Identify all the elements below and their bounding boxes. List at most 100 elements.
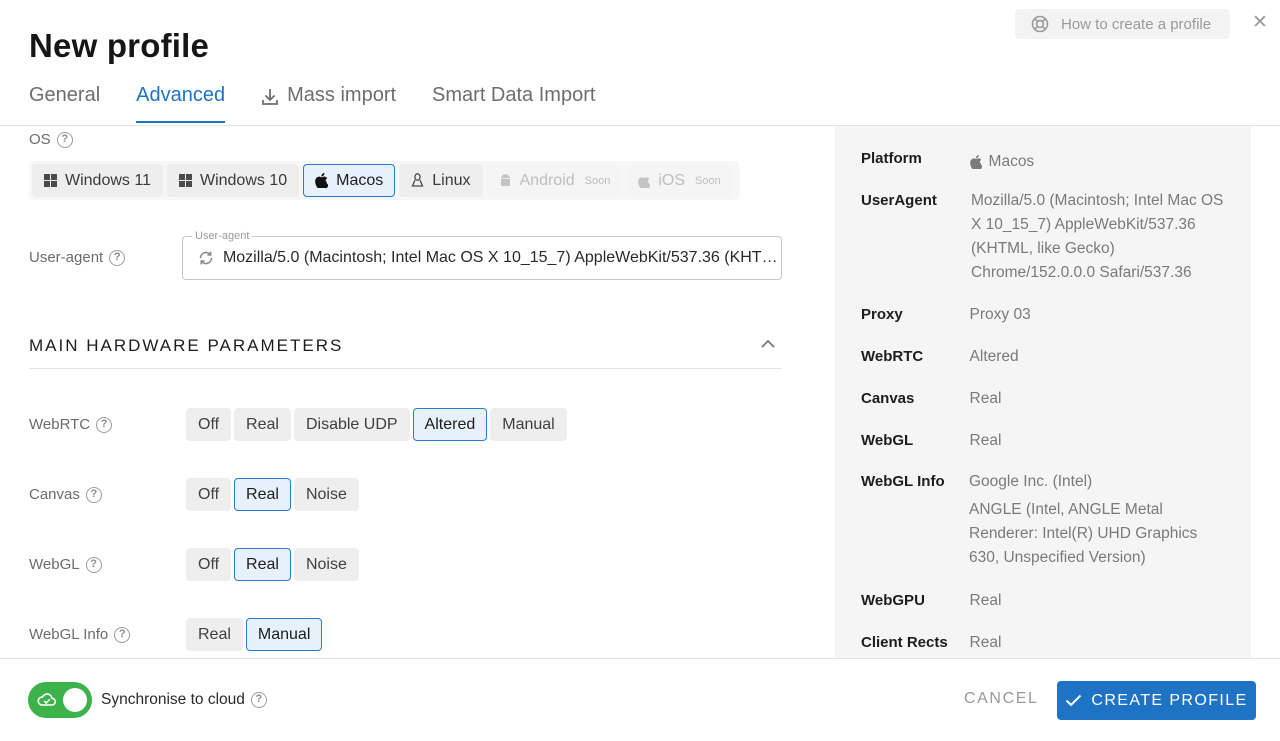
summary-key: Client Rects xyxy=(861,634,948,651)
summary-value: Mozilla/5.0 (Macintosh; Intel Mac OS X 1… xyxy=(971,192,1224,281)
help-icon[interactable]: ? xyxy=(114,626,131,643)
footer-divider xyxy=(0,658,1280,659)
toggle-knob xyxy=(63,688,87,712)
create-profile-button[interactable]: CREATE PROFILE xyxy=(1057,681,1256,720)
tab-label: General xyxy=(29,84,101,106)
webgl-option-off[interactable]: Off xyxy=(186,548,232,581)
summary-row-useragent: UserAgent Mozilla/5.0 (Macintosh; Intel … xyxy=(861,189,1231,285)
refresh-icon[interactable] xyxy=(197,249,215,267)
canvas-option-real[interactable]: Real xyxy=(234,478,291,511)
how-to-create-profile-button[interactable]: How to create a profile xyxy=(1015,9,1230,39)
help-icon[interactable]: ? xyxy=(96,416,113,433)
webgl-info-option-manual[interactable]: Manual xyxy=(245,618,323,651)
soon-badge: Soon xyxy=(584,174,611,187)
canvas-label: Canvas ? xyxy=(29,486,102,503)
page-title: New profile xyxy=(29,27,210,64)
os-option-label: Linux xyxy=(432,171,471,189)
summary-key: UserAgent xyxy=(861,192,937,209)
android-icon xyxy=(500,173,510,186)
webgl-option-real[interactable]: Real xyxy=(234,548,291,581)
canvas-option-noise[interactable]: Noise xyxy=(293,478,359,511)
webrtc-option-altered[interactable]: Altered xyxy=(412,408,488,441)
help-icon[interactable]: ? xyxy=(109,249,126,266)
summary-key: WebGL xyxy=(861,432,914,449)
summary-value-line: ANGLE (Intel, ANGLE Metal Renderer: Inte… xyxy=(969,501,1198,566)
profile-summary-panel[interactable]: Platform Macos UserAgent Mozilla/5.0 (Ma… xyxy=(835,126,1251,658)
summary-row-webrtc: WebRTC Altered xyxy=(861,348,1231,369)
os-option-macos[interactable]: Macos xyxy=(303,164,396,197)
summary-row-proxy: Proxy Proxy 03 xyxy=(861,306,1231,327)
summary-value: Proxy 03 xyxy=(969,306,1031,323)
os-option-android: Android Soon xyxy=(486,164,623,197)
summary-value: Real xyxy=(969,634,1002,651)
summary-row-webgl: WebGL Real xyxy=(861,432,1231,453)
webgl-info-option-real[interactable]: Real xyxy=(186,618,243,651)
os-option-ios: iOS Soon xyxy=(626,164,733,197)
webgl-info-label-text: WebGL Info xyxy=(29,626,109,643)
tab-smart-data-import[interactable]: Smart Data Import xyxy=(432,84,595,124)
close-icon[interactable]: ✕ xyxy=(1250,13,1270,33)
user-agent-field[interactable]: Mozilla/5.0 (Macintosh; Intel Mac OS X 1… xyxy=(182,236,782,280)
os-option-linux[interactable]: Linux xyxy=(399,164,483,197)
os-label: OS ? xyxy=(29,131,73,148)
summary-row-canvas: Canvas Real xyxy=(861,390,1231,411)
os-option-label: Android xyxy=(519,171,575,189)
apple-icon xyxy=(315,173,329,188)
chevron-up-icon[interactable] xyxy=(760,336,776,352)
tab-mass-import[interactable]: Mass import xyxy=(261,84,396,124)
summary-key: Canvas xyxy=(861,390,915,407)
download-icon xyxy=(262,89,279,105)
tab-label: Advanced xyxy=(136,84,226,106)
summary-value: Macos xyxy=(969,150,1231,174)
help-icon[interactable]: ? xyxy=(85,556,102,573)
cloud-check-icon xyxy=(37,693,56,706)
webrtc-option-manual[interactable]: Manual xyxy=(490,408,567,441)
lifebuoy-icon xyxy=(1031,15,1049,33)
webgl-info-selector: Real Manual xyxy=(186,618,323,651)
summary-key: WebGPU xyxy=(861,592,925,609)
summary-row-platform: Platform Macos xyxy=(861,150,1231,174)
sync-cloud-toggle[interactable] xyxy=(28,682,92,718)
summary-value: Google Inc. (Intel) ANGLE (Intel, ANGLE … xyxy=(969,470,1231,570)
webgl-label-text: WebGL xyxy=(29,556,80,573)
os-option-windows-11[interactable]: Windows 11 xyxy=(32,164,163,197)
user-agent-label-text: User-agent xyxy=(29,249,104,266)
user-agent-label: User-agent ? xyxy=(29,249,126,266)
linux-icon xyxy=(411,173,424,187)
help-icon[interactable]: ? xyxy=(85,486,102,503)
tab-label: Smart Data Import xyxy=(432,84,596,106)
cancel-button[interactable]: CANCEL xyxy=(964,690,1039,708)
user-agent-field-legend: User-agent xyxy=(192,230,253,242)
summary-value: Altered xyxy=(969,348,1019,365)
apple-icon xyxy=(638,176,651,188)
summary-value-line: Google Inc. (Intel) xyxy=(969,473,1093,490)
summary-value: Real xyxy=(969,390,1002,407)
summary-value-text: Macos xyxy=(988,153,1035,170)
webrtc-option-disable-udp[interactable]: Disable UDP xyxy=(293,408,410,441)
help-icon[interactable]: ? xyxy=(56,131,73,148)
summary-key: Platform xyxy=(861,150,922,167)
webrtc-option-off[interactable]: Off xyxy=(186,408,232,441)
tab-general[interactable]: General xyxy=(29,84,100,124)
webgl-info-label: WebGL Info ? xyxy=(29,626,131,643)
canvas-option-off[interactable]: Off xyxy=(186,478,232,511)
summary-key: WebRTC xyxy=(861,348,924,365)
apple-icon xyxy=(969,155,982,169)
summary-row-client-rects: Client Rects Real xyxy=(861,634,1231,655)
os-option-label: Macos xyxy=(336,171,384,189)
windows-icon xyxy=(44,174,57,187)
webgl-option-noise[interactable]: Noise xyxy=(293,548,359,581)
webrtc-option-real[interactable]: Real xyxy=(234,408,291,441)
os-label-text: OS xyxy=(29,131,51,148)
os-option-windows-10[interactable]: Windows 10 xyxy=(166,164,300,197)
webrtc-label-text: WebRTC xyxy=(29,416,91,433)
os-option-label: iOS xyxy=(658,171,686,189)
webrtc-label: WebRTC ? xyxy=(29,416,113,433)
create-profile-label: CREATE PROFILE xyxy=(1091,691,1248,709)
tab-advanced[interactable]: Advanced xyxy=(136,84,225,124)
sync-label-text: Synchronise to cloud xyxy=(101,691,245,708)
settings-panel[interactable]: OS ? Windows 11 Windows 10 Macos Linux A… xyxy=(0,126,800,658)
section-title: MAIN HARDWARE PARAMETERS xyxy=(29,336,344,355)
os-option-label: Windows 10 xyxy=(199,171,288,189)
help-icon[interactable]: ? xyxy=(250,692,267,708)
